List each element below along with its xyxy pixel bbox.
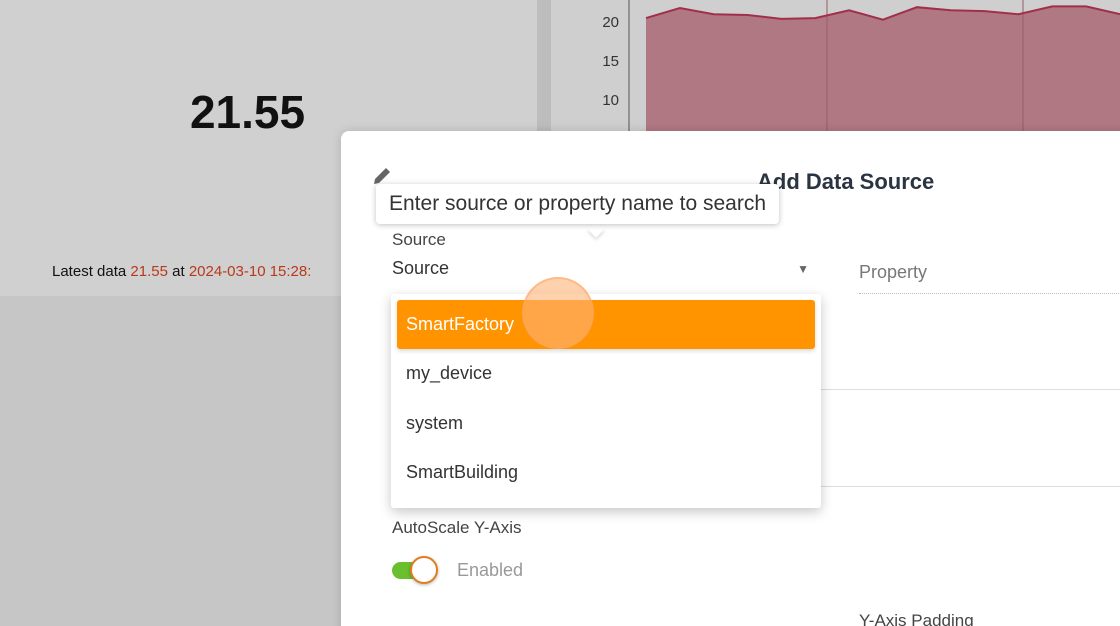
autoscale-label: AutoScale Y-Axis: [392, 518, 522, 537]
y-tick-label: 15: [602, 53, 619, 70]
latest-data-prefix: Latest data: [52, 263, 127, 280]
area-chart: 20 15 10: [602, 0, 1120, 140]
option-my-device[interactable]: my_device: [397, 349, 815, 398]
latest-data-value: 21.55: [130, 263, 168, 280]
source-dropdown-list: SmartFactory my_device system SmartBuild…: [391, 294, 821, 508]
toggle-knob: [410, 556, 438, 584]
divider: [821, 389, 1120, 390]
option-system[interactable]: system: [397, 399, 815, 448]
source-label: Source: [392, 230, 446, 249]
autoscale-toggle[interactable]: [392, 555, 438, 585]
y-axis-padding-label: Y-Axis Padding: [859, 611, 974, 626]
search-tooltip: Enter source or property name to search: [376, 184, 780, 224]
y-tick-label: 10: [602, 92, 619, 109]
divider: [821, 486, 1120, 487]
latest-data-time: 2024-03-10 15:28:: [188, 263, 312, 280]
option-smartfactory[interactable]: SmartFactory: [397, 300, 815, 349]
latest-data-at: at: [172, 263, 185, 280]
autoscale-state: Enabled: [457, 560, 524, 580]
property-underline: [859, 293, 1120, 294]
chart-area-fill: [646, 6, 1120, 140]
modal-title: Add Data Source: [757, 169, 935, 194]
latest-data-line: Latest data 21.55 at 2024-03-10 15:28:: [52, 263, 311, 280]
source-select-value: Source: [392, 258, 450, 278]
caret-down-icon: ▼: [797, 262, 809, 276]
option-smartbuilding[interactable]: SmartBuilding: [397, 448, 815, 497]
y-tick-label: 20: [602, 14, 619, 31]
property-input[interactable]: Property: [859, 262, 927, 283]
source-select[interactable]: Source ▼: [392, 258, 809, 286]
